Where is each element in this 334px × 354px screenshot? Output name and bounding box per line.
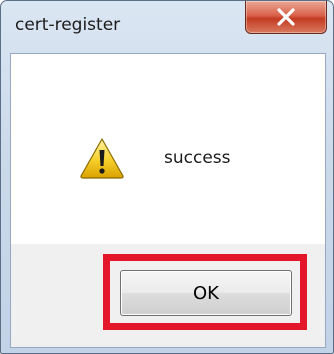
message-area: success	[11, 54, 325, 244]
button-bar: OK	[11, 244, 325, 347]
ok-button[interactable]: OK	[120, 270, 292, 316]
dialog-body: success OK	[10, 53, 326, 348]
close-icon	[277, 8, 295, 26]
title-bar[interactable]: cert-register	[1, 1, 333, 53]
close-button[interactable]	[245, 1, 327, 34]
message-text: success	[164, 148, 231, 168]
message-dialog: cert-register success OK	[0, 0, 334, 354]
warning-icon	[80, 138, 124, 179]
window-title: cert-register	[15, 15, 121, 35]
